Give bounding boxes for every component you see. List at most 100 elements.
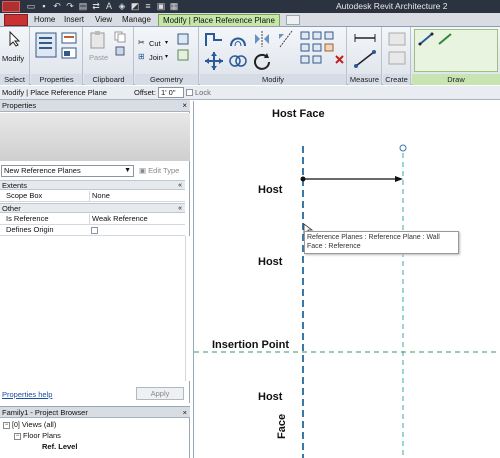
join-label[interactable]: Join (149, 53, 163, 62)
cut-label[interactable]: Cut (149, 39, 161, 48)
tree-item-label: Ref. Level (42, 442, 78, 451)
type-selector[interactable]: New Reference Planes ▼ (1, 165, 134, 177)
offset-icon[interactable] (228, 30, 248, 48)
open-icon[interactable]: ▭ (26, 1, 36, 11)
apply-button[interactable]: Apply (136, 387, 184, 400)
properties-header: Properties × (0, 100, 190, 112)
create-group-icon[interactable] (388, 32, 406, 46)
collapse-icon[interactable]: « (178, 204, 182, 213)
tab-view[interactable]: View (95, 14, 112, 26)
rotate-icon[interactable] (252, 51, 272, 71)
lock-checkbox[interactable] (186, 89, 193, 96)
close-hidden-icon[interactable]: ▣ (156, 1, 166, 11)
text-icon[interactable]: A (104, 1, 114, 11)
section-icon[interactable]: ◩ (130, 1, 140, 11)
aligned-dimension-icon[interactable] (353, 49, 377, 69)
tree-item-label: Views (all) (21, 420, 57, 429)
group-other-label: Other (2, 204, 21, 213)
options-bar: Modify | Place Reference Plane Offset: 1… (0, 86, 500, 100)
draw-tools-area (414, 29, 498, 72)
collapse-toggle-icon[interactable]: − (3, 421, 10, 429)
tree-item-floor-plans[interactable]: − Floor Plans (14, 431, 61, 440)
tree-item-label: Floor Plans (23, 431, 61, 440)
tab-home[interactable]: Home (34, 14, 55, 26)
property-row-scope-box: Scope Box None (0, 191, 185, 202)
type-properties-icon[interactable] (61, 32, 77, 44)
property-row-is-reference: Is Reference Weak Reference (0, 214, 185, 225)
group-extents[interactable]: Extents « (0, 180, 185, 190)
panel-geometry-label: Geometry (135, 74, 198, 85)
defines-origin-checkbox[interactable] (91, 227, 98, 234)
chevron-down-icon[interactable]: ▼ (124, 166, 131, 176)
tree-item-ref-level[interactable]: Ref. Level (42, 442, 77, 451)
view-3d-icon[interactable]: ◈ (117, 1, 127, 11)
measure-icon[interactable]: ⇄ (91, 1, 101, 11)
panel-properties: Properties (31, 27, 83, 85)
plane-endpoint-icon[interactable] (399, 144, 407, 152)
modify-button-label[interactable]: Modify (2, 54, 24, 63)
type-selector-value: New Reference Planes (4, 166, 81, 175)
face-label: Face (276, 413, 288, 439)
draw-line-icon[interactable] (418, 32, 434, 46)
join-icon[interactable]: ⊞ (138, 52, 145, 61)
create-similar-icon[interactable] (388, 51, 406, 65)
insertion-point-label: Insertion Point (212, 339, 291, 351)
property-value[interactable]: Weak Reference (89, 214, 185, 224)
properties-palette: Properties × New Reference Planes ▼ ▣ Ed… (0, 100, 190, 403)
collapse-toggle-icon[interactable]: − (14, 432, 21, 440)
application-menu-tab[interactable] (4, 14, 28, 26)
properties-help-link[interactable]: Properties help (2, 390, 52, 399)
save-icon[interactable]: ▪ (39, 1, 49, 11)
edit-type-button[interactable]: ▣ Edit Type (139, 166, 179, 175)
tab-insert[interactable]: Insert (64, 14, 84, 26)
wall-joins-icon[interactable] (177, 33, 189, 45)
tab-manage[interactable]: Manage (122, 14, 151, 26)
panel-create: Create (383, 27, 411, 85)
panel-modify: Modify (200, 27, 347, 85)
properties-icon[interactable] (35, 32, 57, 58)
ribbon: Modify Select Properties Paste Clipboard… (0, 27, 500, 85)
tree-item-views[interactable]: − [0] Views (all) (3, 420, 56, 430)
redo-icon[interactable]: ↷ (65, 1, 75, 11)
switch-windows-icon[interactable]: ▦ (169, 1, 179, 11)
print-icon[interactable]: ▤ (78, 1, 88, 11)
property-value[interactable]: None (89, 191, 185, 201)
pick-lines-icon[interactable] (437, 32, 453, 46)
offset-input[interactable]: 1' 0" (158, 87, 184, 98)
ribbon-display-dropdown[interactable] (286, 15, 300, 25)
revit-app-menu-button[interactable] (2, 1, 20, 12)
scissors-icon[interactable]: ✂ (138, 38, 145, 47)
mirror-draw-axis-icon[interactable] (276, 30, 296, 48)
undo-icon[interactable]: ↶ (52, 1, 62, 11)
cursor-arrow-icon[interactable] (8, 31, 22, 47)
drawing-canvas[interactable]: Host Face Host Host Insertion Point Host… (193, 101, 500, 458)
measure-distance-icon[interactable] (353, 32, 377, 44)
split-face-icon[interactable] (177, 49, 189, 61)
quick-access-toolbar: ▭ ▪ ↶ ↷ ▤ ⇄ A ◈ ◩ ≡ ▣ ▦ (26, 1, 179, 11)
host-label-2: Host (258, 256, 283, 268)
host-label-1: Host (258, 184, 283, 196)
title-bar: ▭ ▪ ↶ ↷ ▤ ⇄ A ◈ ◩ ≡ ▣ ▦ Autodesk Revit A… (0, 0, 500, 13)
move-icon[interactable] (204, 51, 224, 71)
group-other[interactable]: Other « (0, 203, 185, 213)
panel-geometry: ✂ Cut ▾ ⊞ Join ▾ Geometry (135, 27, 199, 85)
match-properties-icon[interactable] (114, 45, 126, 57)
close-icon[interactable]: × (182, 100, 187, 112)
align-icon[interactable] (204, 30, 224, 48)
thin-lines-icon[interactable]: ≡ (143, 1, 153, 11)
property-row-defines-origin: Defines Origin (0, 225, 185, 236)
modify-tools-grid-icon[interactable] (300, 30, 344, 66)
copy-icon[interactable] (114, 31, 126, 43)
tab-modify-place-reference-plane[interactable]: Modify | Place Reference Plane (158, 14, 280, 26)
collapse-icon[interactable]: « (178, 181, 182, 190)
cut-dropdown-icon[interactable]: ▾ (165, 39, 168, 46)
family-types-icon[interactable] (61, 47, 77, 59)
paste-icon[interactable] (89, 30, 107, 50)
close-icon[interactable]: × (183, 407, 187, 418)
reference-planes-drawing (194, 144, 500, 458)
mirror-pick-axis-icon[interactable] (252, 30, 272, 48)
group-extents-label: Extents (2, 181, 28, 190)
paste-label[interactable]: Paste (89, 53, 108, 62)
join-dropdown-icon[interactable]: ▾ (165, 53, 168, 60)
copy-element-icon[interactable] (228, 51, 248, 71)
